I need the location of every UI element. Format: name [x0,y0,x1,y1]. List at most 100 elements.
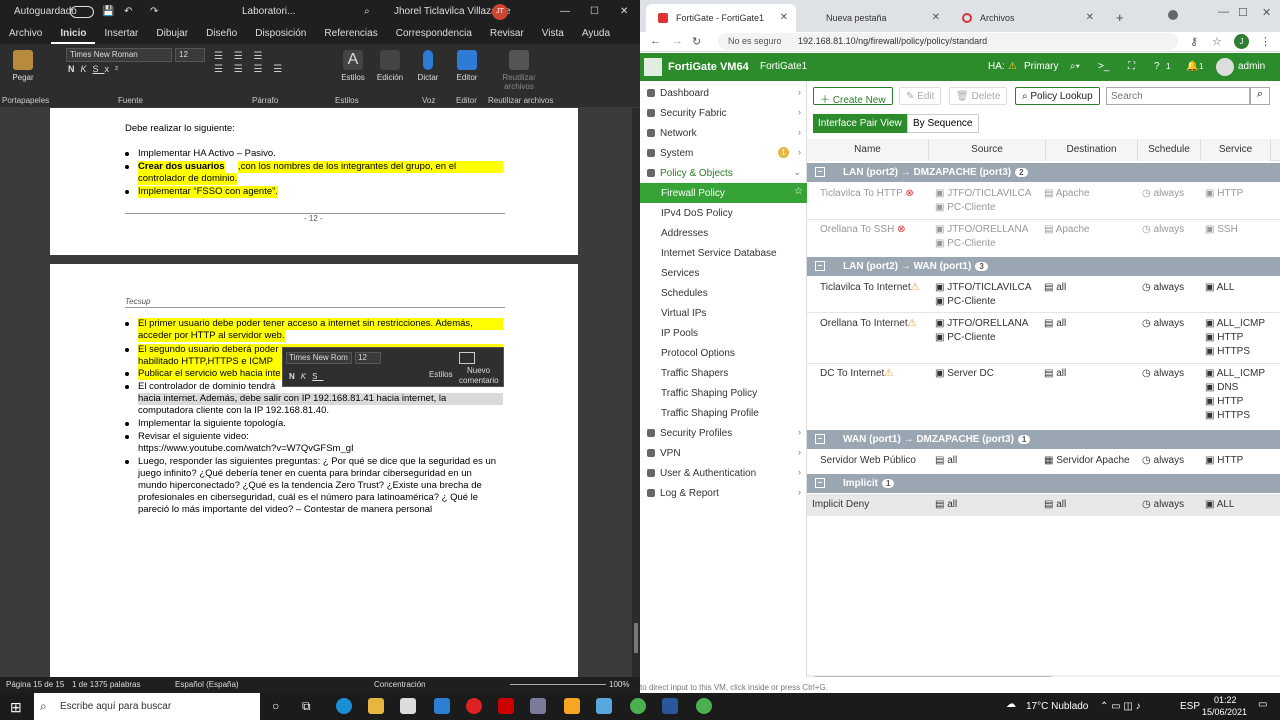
sidebar-item-user-authentication[interactable]: › User & Authentication [640,463,807,483]
document-area[interactable]: Debe realizar lo siguiente: Implementar … [0,108,632,677]
column-header-schedule[interactable]: Schedule [1138,139,1201,161]
ribbon-tab-insertar[interactable]: Insertar [95,24,147,42]
sidebar-item-vpn[interactable]: › VPN [640,443,807,463]
column-header-source[interactable]: Source [929,139,1046,161]
scroll-thumb[interactable] [634,623,638,653]
close-icon[interactable]: ✕ [620,6,628,17]
maximize-icon[interactable]: ☐ [590,6,599,17]
comment-icon[interactable] [459,352,475,364]
dictate-button[interactable]: Dictar [414,50,442,82]
app-icon[interactable] [596,698,612,714]
save-icon[interactable]: 💾 [102,6,114,17]
chrome-icon[interactable] [630,698,646,714]
search-icon[interactable]: ⌕ [1250,87,1270,105]
close-tab-icon[interactable]: ✕ [932,12,940,23]
policy-group[interactable]: − LAN (port2) → DMZAPACHE (port3) 2 [807,163,1280,182]
edit-button[interactable]: ✎ Edit [899,87,942,105]
paragraph-buttons[interactable]: ☰ ☰ ☰ ☰ ☰ ☰ ☰ [214,50,304,86]
policy-group[interactable]: − WAN (port1) → DMZAPACHE (port3) 1 [807,430,1280,449]
opera-icon[interactable] [466,698,482,714]
clock-time[interactable]: 01:22 [1214,695,1237,705]
policy-name[interactable]: Servidor Web Público [820,454,916,468]
search-icon[interactable]: ⌕▾ [1070,61,1080,72]
column-header-name[interactable]: Name [807,139,929,161]
mail-icon[interactable] [434,698,450,714]
mini-new[interactable]: Nuevo [467,366,490,375]
undo-icon[interactable]: ↶ [124,6,132,17]
ribbon-tab-disposicin[interactable]: Disposición [246,24,315,42]
forward-icon[interactable]: → [672,35,683,47]
policy-name[interactable]: Orellana To SSH ⊗ [820,223,905,237]
policy-name[interactable]: Implicit Deny [812,498,869,512]
favorite-star-icon[interactable]: ☆ [794,186,803,197]
sidebar-item-system[interactable]: › System 1 [640,143,807,163]
language-indicator[interactable]: ESP [1180,701,1200,712]
ribbon-tab-correspondencia[interactable]: Correspondencia [387,24,481,42]
policy-group[interactable]: − LAN (port2) → WAN (port1) 3 [807,257,1280,276]
task-view-icon[interactable]: ⧉ [302,699,311,714]
store-icon[interactable] [400,698,416,714]
sidebar-item-virtual-ips[interactable]: Virtual IPs [640,303,807,323]
interface-pair-view-button[interactable]: Interface Pair View [813,114,907,133]
create-new-button[interactable]: ＋ Create New [813,87,893,106]
windows-start-icon[interactable]: ⊞ [10,699,22,716]
ribbon-tab-archivo[interactable]: Archivo [0,24,51,42]
close-tab-icon[interactable]: ✕ [780,12,788,23]
netflix-icon[interactable] [498,698,514,714]
tab-fortigate[interactable]: FortiGate - FortiGate1 ✕ [646,4,796,32]
editor-button[interactable]: Editor [452,50,482,82]
reuse-files-button[interactable]: Reutilizar archivos [494,50,544,91]
document-title[interactable]: Laboratori... [242,6,295,17]
minimize-icon[interactable]: — [560,6,570,17]
sidebar-item-protocol-options[interactable]: Protocol Options [640,343,807,363]
clock-date[interactable]: 15/06/2021 [1202,707,1247,717]
sidebar-item-network[interactable]: › Network [640,123,807,143]
sidebar-item-firewall-policy[interactable]: Firewall Policy ☆ [640,183,807,203]
scroll-thumb[interactable] [813,676,1053,677]
taskbar-search[interactable]: ⌕ Escribe aquí para buscar [34,693,260,720]
tab-search-icon[interactable] [1168,10,1178,20]
notifications-icon[interactable]: ▭ [1258,699,1267,710]
cli-icon[interactable]: >_ [1098,61,1109,72]
weather-icon[interactable]: ☁ [1006,699,1016,710]
cortana-icon[interactable]: ○ [272,699,279,713]
policy-lookup-button[interactable]: ⌕ Policy Lookup [1015,87,1100,105]
ribbon-tab-inicio[interactable]: Inicio [51,24,96,44]
minimize-icon[interactable]: — [1218,6,1229,18]
terminal-icon[interactable] [564,698,580,714]
video-link[interactable]: https://www.youtube.com/watch?v=W7QvGFSm… [138,443,354,455]
redo-icon[interactable]: ↷ [150,6,158,17]
menu-icon[interactable]: ⋮ [1260,35,1271,48]
sidebar-item-security-fabric[interactable]: › Security Fabric [640,103,807,123]
policy-name[interactable]: DC To Internet⚠ [820,367,893,381]
ribbon-tab-revisar[interactable]: Revisar [481,24,533,42]
vmware-icon[interactable] [530,698,546,714]
chrome-icon[interactable] [696,698,712,714]
ribbon-tab-referencias[interactable]: Referencias [315,24,386,42]
sidebar-item-security-profiles[interactable]: › Security Profiles [640,423,807,443]
maximize-icon[interactable]: ☐ [1238,6,1248,19]
language[interactable]: Español (España) [175,680,239,689]
by-sequence-button[interactable]: By Sequence [907,114,979,133]
styles-button[interactable]: A Estilos [338,50,368,82]
column-header-destination[interactable]: Destination [1046,139,1138,161]
sidebar-item-ip-pools[interactable]: IP Pools [640,323,807,343]
font-size-box[interactable]: 12 [175,48,205,62]
sidebar-item-traffic-shaping-profile[interactable]: Traffic Shaping Profile [640,403,807,423]
word-count[interactable]: 1 de 1375 palabras [72,680,141,689]
font-name-box[interactable]: Times New Roman [66,48,172,62]
delete-button[interactable]: 🗑 Delete [949,87,1008,105]
edge-icon[interactable] [336,698,352,714]
mini-format-buttons[interactable]: NKS [289,372,323,381]
address-bar[interactable]: No es seguro 192.168.81.10/ng/firewall/p… [718,33,1178,50]
profile-avatar[interactable]: J [1234,34,1249,49]
close-tab-icon[interactable]: ✕ [1086,12,1094,23]
column-header-service[interactable]: Service [1201,139,1271,161]
paste-button[interactable]: Pegar [10,50,36,82]
file-explorer-icon[interactable] [368,698,384,714]
back-icon[interactable]: ← [650,35,661,47]
close-icon[interactable]: ✕ [1262,6,1271,19]
fullscreen-icon[interactable]: ⛶ [1128,61,1135,72]
format-buttons[interactable]: NKSx² [68,64,124,74]
ribbon-tab-ayuda[interactable]: Ayuda [573,24,619,42]
